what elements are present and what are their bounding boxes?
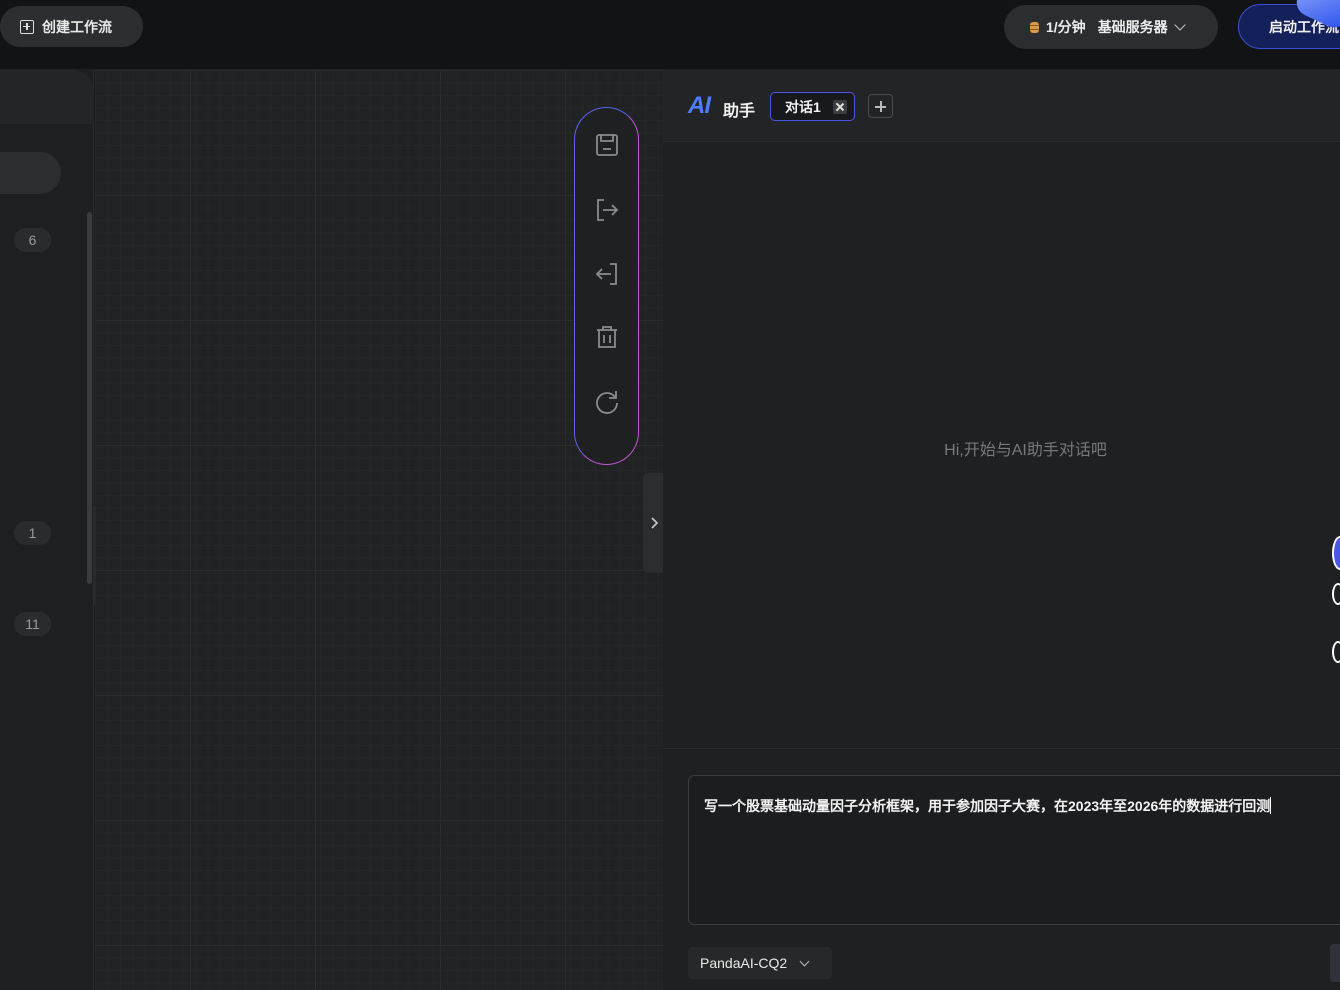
- canvas-toolbar: [574, 107, 639, 465]
- count-badge: 1: [14, 521, 51, 545]
- left-panel-header: [0, 70, 94, 124]
- ai-panel-header: AI 助手 对话1: [663, 70, 1340, 142]
- server-label: 基础服务器: [1097, 19, 1168, 35]
- add-conversation-button[interactable]: [868, 94, 893, 118]
- floating-tool-icon[interactable]: [1332, 641, 1340, 663]
- tab-conversation-1[interactable]: 对话1: [770, 92, 855, 121]
- close-icon[interactable]: [833, 100, 847, 114]
- left-panel-scrollbar[interactable]: [87, 212, 92, 584]
- server-selector[interactable]: 1/分钟 基础服务器: [1004, 5, 1218, 49]
- create-workflow-button[interactable]: 创建工作流: [0, 6, 143, 47]
- empty-chat-hint: Hi,开始与AI助手对话吧: [944, 442, 1107, 459]
- trash-icon[interactable]: [594, 324, 620, 350]
- import-icon[interactable]: [594, 261, 620, 287]
- left-panel-search[interactable]: [0, 152, 61, 194]
- chevron-down-icon: [799, 956, 810, 966]
- refresh-icon[interactable]: [594, 389, 620, 415]
- tab-label: 对话1: [785, 98, 821, 115]
- ai-panel-title: 助手: [723, 103, 756, 120]
- save-icon[interactable]: [594, 132, 620, 158]
- left-panel: 6 1 11: [0, 70, 94, 990]
- database-coin-icon: [1030, 21, 1039, 33]
- export-icon[interactable]: [594, 197, 620, 223]
- model-label: PandaAI-CQ2: [700, 955, 788, 971]
- prompt-input[interactable]: 写一个股票基础动量因子分析框架，用于参加因子大赛，在2023年至2026年的数据…: [688, 775, 1340, 925]
- ai-assistant-panel: AI 助手 对话1 Hi,开始与AI助手对话吧 写一个股票基础动量因子分析框架，…: [663, 70, 1340, 990]
- model-selector[interactable]: PandaAI-CQ2: [688, 947, 832, 979]
- rate-label: 1/分钟: [1046, 19, 1086, 35]
- top-bar: 创建工作流 1/分钟 基础服务器 启动工作流: [0, 0, 1340, 70]
- send-button[interactable]: [1330, 944, 1340, 982]
- chevron-right-icon: [650, 517, 658, 529]
- floating-tool-icon[interactable]: [1332, 583, 1340, 605]
- count-badge: 6: [14, 228, 51, 252]
- plus-square-icon: [20, 19, 34, 34]
- chevron-down-icon: [1174, 19, 1186, 31]
- ai-logo: AI: [688, 92, 711, 119]
- create-workflow-label: 创建工作流: [42, 18, 112, 35]
- expand-ai-panel-button[interactable]: [643, 473, 664, 573]
- count-badge: 11: [14, 612, 51, 636]
- text-caret: [1270, 797, 1272, 814]
- prompt-text: 写一个股票基础动量因子分析框架，用于参加因子大赛，在2023年至2026年的数据…: [704, 798, 1271, 814]
- divider: [663, 748, 1340, 749]
